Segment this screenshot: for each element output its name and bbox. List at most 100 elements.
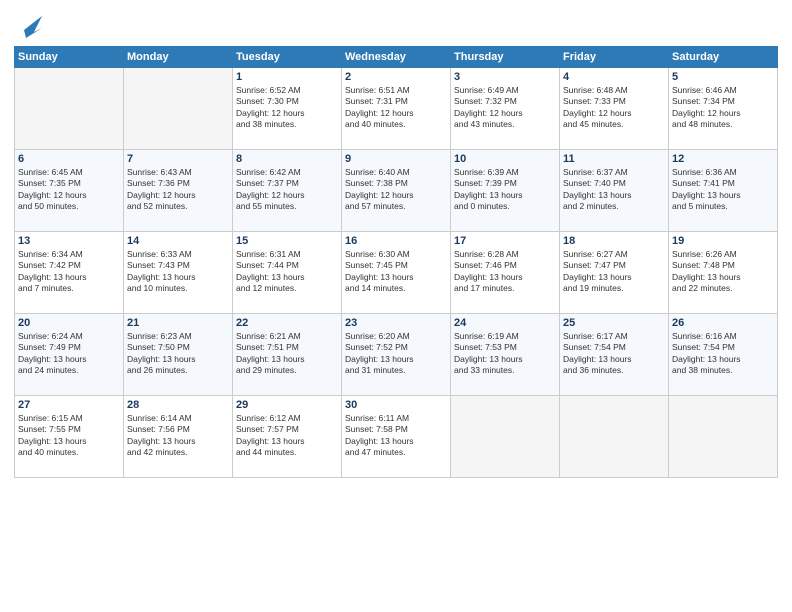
calendar-cell: 12 Sunrise: 6:36 AMSunset: 7:41 PMDayligh… [669, 150, 778, 232]
day-info: Sunrise: 6:26 AMSunset: 7:48 PMDaylight:… [672, 249, 774, 295]
calendar-cell [15, 68, 124, 150]
day-info: Sunrise: 6:52 AMSunset: 7:30 PMDaylight:… [236, 85, 338, 131]
calendar-week-row: 27 Sunrise: 6:15 AMSunset: 7:55 PMDayligh… [15, 396, 778, 478]
day-number: 3 [454, 71, 556, 83]
day-number: 18 [563, 235, 665, 247]
calendar-cell: 5 Sunrise: 6:46 AMSunset: 7:34 PMDaylight… [669, 68, 778, 150]
calendar-cell [669, 396, 778, 478]
day-info: Sunrise: 6:16 AMSunset: 7:54 PMDaylight:… [672, 331, 774, 377]
day-info: Sunrise: 6:15 AMSunset: 7:55 PMDaylight:… [18, 413, 120, 459]
day-number: 5 [672, 71, 774, 83]
calendar-header: SundayMondayTuesdayWednesdayThursdayFrid… [15, 47, 778, 68]
calendar-table: SundayMondayTuesdayWednesdayThursdayFrid… [14, 46, 778, 478]
calendar-cell: 29 Sunrise: 6:12 AMSunset: 7:57 PMDayligh… [233, 396, 342, 478]
page: SundayMondayTuesdayWednesdayThursdayFrid… [0, 0, 792, 612]
calendar-cell: 13Sunrise: 6:34 AMSunset: 7:42 PMDayligh… [15, 232, 124, 314]
calendar-cell: 25 Sunrise: 6:17 AMSunset: 7:54 PMDayligh… [560, 314, 669, 396]
day-number: 19 [672, 235, 774, 247]
weekday-header-sunday: Sunday [15, 47, 124, 68]
calendar-cell [560, 396, 669, 478]
day-info: Sunrise: 6:33 AMSunset: 7:43 PMDaylight:… [127, 249, 229, 295]
day-number: 15 [236, 235, 338, 247]
calendar-cell: 3 Sunrise: 6:49 AMSunset: 7:32 PMDaylight… [451, 68, 560, 150]
day-number: 11 [563, 153, 665, 165]
day-info: Sunrise: 6:23 AMSunset: 7:50 PMDaylight:… [127, 331, 229, 377]
day-info: Sunrise: 6:51 AMSunset: 7:31 PMDaylight:… [345, 85, 447, 131]
day-info: Sunrise: 6:17 AMSunset: 7:54 PMDaylight:… [563, 331, 665, 377]
calendar-cell: 4 Sunrise: 6:48 AMSunset: 7:33 PMDaylight… [560, 68, 669, 150]
calendar-cell: 8 Sunrise: 6:42 AMSunset: 7:37 PMDaylight… [233, 150, 342, 232]
day-info: Sunrise: 6:20 AMSunset: 7:52 PMDaylight:… [345, 331, 447, 377]
weekday-header-friday: Friday [560, 47, 669, 68]
day-info: Sunrise: 6:31 AMSunset: 7:44 PMDaylight:… [236, 249, 338, 295]
day-info: Sunrise: 6:39 AMSunset: 7:39 PMDaylight:… [454, 167, 556, 213]
calendar-cell: 27 Sunrise: 6:15 AMSunset: 7:55 PMDayligh… [15, 396, 124, 478]
calendar-cell: 21Sunrise: 6:23 AMSunset: 7:50 PMDayligh… [124, 314, 233, 396]
calendar-body: 1Sunrise: 6:52 AMSunset: 7:30 PMDaylight… [15, 68, 778, 478]
day-number: 30 [345, 399, 447, 411]
calendar-cell: 28Sunrise: 6:14 AMSunset: 7:56 PMDayligh… [124, 396, 233, 478]
calendar-cell: 16 Sunrise: 6:30 AMSunset: 7:45 PMDayligh… [342, 232, 451, 314]
calendar-cell: 9 Sunrise: 6:40 AMSunset: 7:38 PMDaylight… [342, 150, 451, 232]
calendar-cell [451, 396, 560, 478]
calendar-cell: 2 Sunrise: 6:51 AMSunset: 7:31 PMDaylight… [342, 68, 451, 150]
calendar-cell: 20 Sunrise: 6:24 AMSunset: 7:49 PMDayligh… [15, 314, 124, 396]
day-number: 20 [18, 317, 120, 329]
day-number: 8 [236, 153, 338, 165]
day-number: 29 [236, 399, 338, 411]
day-info: Sunrise: 6:40 AMSunset: 7:38 PMDaylight:… [345, 167, 447, 213]
day-info: Sunrise: 6:14 AMSunset: 7:56 PMDaylight:… [127, 413, 229, 459]
logo-bird-icon [16, 12, 42, 40]
day-number: 2 [345, 71, 447, 83]
day-number: 12 [672, 153, 774, 165]
day-number: 26 [672, 317, 774, 329]
day-number: 22 [236, 317, 338, 329]
calendar-cell: 22Sunrise: 6:21 AMSunset: 7:51 PMDayligh… [233, 314, 342, 396]
weekday-header-wednesday: Wednesday [342, 47, 451, 68]
calendar-cell: 14Sunrise: 6:33 AMSunset: 7:43 PMDayligh… [124, 232, 233, 314]
day-number: 25 [563, 317, 665, 329]
day-number: 7 [127, 153, 229, 165]
weekday-header-saturday: Saturday [669, 47, 778, 68]
day-info: Sunrise: 6:30 AMSunset: 7:45 PMDaylight:… [345, 249, 447, 295]
calendar-cell: 17 Sunrise: 6:28 AMSunset: 7:46 PMDayligh… [451, 232, 560, 314]
day-number: 13 [18, 235, 120, 247]
day-info: Sunrise: 6:19 AMSunset: 7:53 PMDaylight:… [454, 331, 556, 377]
weekday-row: SundayMondayTuesdayWednesdayThursdayFrid… [15, 47, 778, 68]
calendar-cell: 15 Sunrise: 6:31 AMSunset: 7:44 PMDayligh… [233, 232, 342, 314]
day-number: 16 [345, 235, 447, 247]
weekday-header-tuesday: Tuesday [233, 47, 342, 68]
calendar-cell: 6 Sunrise: 6:45 AMSunset: 7:35 PMDaylight… [15, 150, 124, 232]
day-info: Sunrise: 6:49 AMSunset: 7:32 PMDaylight:… [454, 85, 556, 131]
calendar-cell: 19 Sunrise: 6:26 AMSunset: 7:48 PMDayligh… [669, 232, 778, 314]
logo [14, 10, 42, 40]
day-info: Sunrise: 6:45 AMSunset: 7:35 PMDaylight:… [18, 167, 120, 213]
day-info: Sunrise: 6:42 AMSunset: 7:37 PMDaylight:… [236, 167, 338, 213]
calendar-cell: 1Sunrise: 6:52 AMSunset: 7:30 PMDaylight… [233, 68, 342, 150]
calendar-cell: 7 Sunrise: 6:43 AMSunset: 7:36 PMDaylight… [124, 150, 233, 232]
day-number: 6 [18, 153, 120, 165]
day-number: 17 [454, 235, 556, 247]
day-info: Sunrise: 6:48 AMSunset: 7:33 PMDaylight:… [563, 85, 665, 131]
calendar-cell: 11 Sunrise: 6:37 AMSunset: 7:40 PMDayligh… [560, 150, 669, 232]
day-info: Sunrise: 6:36 AMSunset: 7:41 PMDaylight:… [672, 167, 774, 213]
day-number: 9 [345, 153, 447, 165]
day-number: 23 [345, 317, 447, 329]
day-info: Sunrise: 6:11 AMSunset: 7:58 PMDaylight:… [345, 413, 447, 459]
day-info: Sunrise: 6:12 AMSunset: 7:57 PMDaylight:… [236, 413, 338, 459]
day-info: Sunrise: 6:28 AMSunset: 7:46 PMDaylight:… [454, 249, 556, 295]
day-info: Sunrise: 6:46 AMSunset: 7:34 PMDaylight:… [672, 85, 774, 131]
calendar-cell: 18 Sunrise: 6:27 AMSunset: 7:47 PMDayligh… [560, 232, 669, 314]
calendar-week-row: 20 Sunrise: 6:24 AMSunset: 7:49 PMDayligh… [15, 314, 778, 396]
day-number: 27 [18, 399, 120, 411]
day-info: Sunrise: 6:27 AMSunset: 7:47 PMDaylight:… [563, 249, 665, 295]
day-number: 4 [563, 71, 665, 83]
calendar-cell: 26 Sunrise: 6:16 AMSunset: 7:54 PMDayligh… [669, 314, 778, 396]
calendar-cell [124, 68, 233, 150]
day-number: 24 [454, 317, 556, 329]
day-info: Sunrise: 6:24 AMSunset: 7:49 PMDaylight:… [18, 331, 120, 377]
day-number: 10 [454, 153, 556, 165]
day-info: Sunrise: 6:37 AMSunset: 7:40 PMDaylight:… [563, 167, 665, 213]
calendar-week-row: 13Sunrise: 6:34 AMSunset: 7:42 PMDayligh… [15, 232, 778, 314]
day-info: Sunrise: 6:43 AMSunset: 7:36 PMDaylight:… [127, 167, 229, 213]
